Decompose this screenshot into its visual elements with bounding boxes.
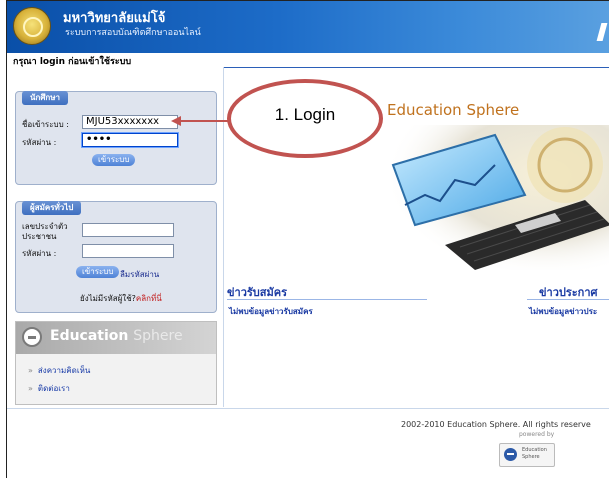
admission-news-empty: ไม่พบข้อมูลข่าวรับสมัคร: [229, 307, 313, 316]
education-sphere-small-icon: [504, 448, 517, 461]
citizen-id-input[interactable]: [82, 223, 174, 237]
applicant-login-tab: ผู้สมัครทั่วไป: [22, 201, 82, 215]
applicant-login-button[interactable]: เข้าระบบ: [76, 266, 120, 278]
es-title-sub: Sphere: [133, 328, 183, 344]
citizen-id-label: เลขประจำตัว ประชาชน: [22, 222, 68, 241]
announcement-news-empty: ไม่พบข้อมูลข่าวประ: [529, 307, 598, 316]
es-title-main: Education: [50, 328, 129, 344]
login-callout: 1. Login: [227, 79, 383, 158]
register-note: ยังไม่มีรหัสผู้ใช้?คลิกที่นี่: [80, 292, 162, 305]
applicant-password-label: รหัสผ่าน :: [22, 249, 57, 258]
education-sphere-header: Education Sphere: [16, 322, 216, 354]
callout-label: 1. Login: [274, 105, 336, 124]
notice-bar: กรุณา login ก่อนเข้าใช้ระบบ: [7, 53, 609, 68]
badge-text: Education Sphere: [522, 447, 547, 461]
feedback-link[interactable]: ส่งความคิดเห็น: [28, 364, 90, 377]
browser-frame: มหาวิทยาลัยแม่โจ้ ระบบการสอบบัณฑิตศึกษาอ…: [6, 0, 609, 478]
login-notice: กรุณา login ก่อนเข้าใช้ระบบ: [13, 57, 132, 67]
admission-news-divider: [227, 299, 427, 300]
copyright-text: 2002-2010 Education Sphere. All rights r…: [401, 420, 591, 429]
system-name: ระบบการสอบบัณฑิตศึกษาออนไลน์: [65, 28, 201, 38]
badge-line-2: Sphere: [522, 454, 540, 460]
student-login-box: นักศึกษา ชื่อเข้าระบบ : MJU53xxxxxxx รหั…: [15, 91, 217, 185]
hero-illustration: [385, 125, 609, 270]
student-login-button[interactable]: เข้าระบบ: [92, 154, 136, 166]
powered-by-badge[interactable]: Education Sphere: [499, 443, 555, 467]
education-sphere-box: Education Sphere ส่งความคิดเห็น ติดต่อเร…: [15, 321, 217, 405]
applicant-login-box: ผู้สมัครทั่วไป เลขประจำตัว ประชาชน รหัสผ…: [15, 201, 217, 313]
education-sphere-title: Education Sphere: [50, 328, 183, 344]
education-sphere-logo-icon: [22, 327, 42, 347]
education-sphere-brand-title: Education Sphere: [387, 101, 520, 119]
student-login-tab: นักศึกษา: [22, 91, 68, 105]
username-input[interactable]: MJU53xxxxxxx: [82, 115, 178, 129]
university-logo: [13, 7, 51, 45]
site-header: มหาวิทยาลัยแม่โจ้ ระบบการสอบบัณฑิตศึกษาอ…: [7, 1, 609, 53]
forgot-password-link[interactable]: ลืมรหัสผ่าน: [120, 268, 159, 281]
powered-by-text: powered by: [519, 431, 555, 438]
footer-divider: [7, 408, 609, 409]
username-label: ชื่อเข้าระบบ :: [22, 120, 69, 129]
password-input[interactable]: ••••: [82, 133, 178, 147]
contact-link[interactable]: ติดต่อเรา: [28, 382, 70, 395]
header-decoration: [596, 23, 608, 41]
applicant-password-input[interactable]: [82, 244, 174, 258]
announcement-news-divider: [527, 299, 609, 300]
register-text: ยังไม่มีรหัสผู้ใช้?: [80, 294, 136, 303]
register-link[interactable]: คลิกที่นี่: [136, 294, 162, 303]
password-label: รหัสผ่าน :: [22, 138, 57, 147]
badge-line-1: Education: [522, 447, 547, 453]
callout-arrow: [171, 116, 229, 126]
